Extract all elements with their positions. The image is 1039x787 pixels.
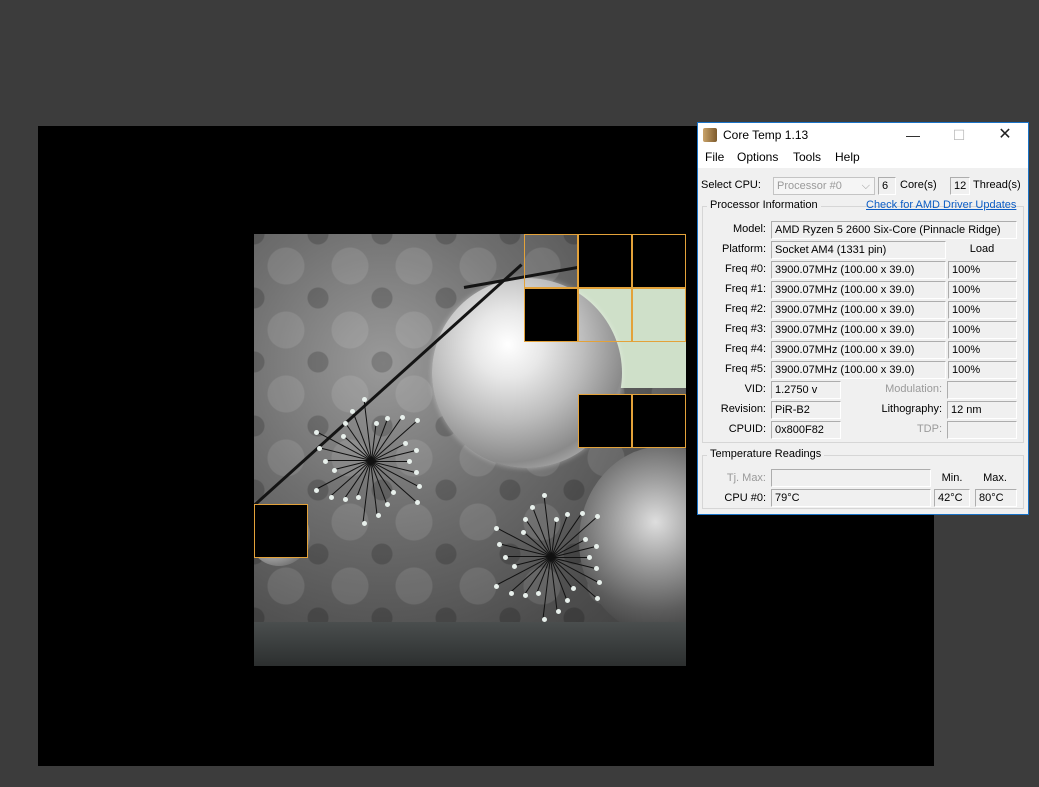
render-bucket (632, 394, 686, 448)
menu-file[interactable]: File (705, 150, 724, 164)
platform-value: Socket AM4 (1331 pin) (771, 241, 946, 259)
cpuid-label: CPUID: (728, 423, 766, 435)
dandelion-burst (486, 493, 616, 622)
menu-bar: File Options Tools Help (698, 147, 1028, 168)
render-bucket (254, 504, 308, 558)
processor-select[interactable]: Processor #0 ⌵ (773, 177, 875, 195)
load-value: 100% (948, 301, 1017, 319)
freq-label: Freq #1: (725, 283, 766, 295)
lithography-label: Lithography: (881, 403, 942, 415)
render-bucket (578, 288, 632, 342)
threads-label: Thread(s) (973, 179, 1021, 191)
model-label: Model: (732, 223, 766, 235)
platform-label: Platform: (721, 243, 766, 255)
cpu0-temp-label: CPU #0: (724, 492, 766, 504)
load-value: 100% (948, 341, 1017, 359)
render-bucket (524, 288, 578, 342)
freq-label: Freq #2: (725, 303, 766, 315)
tdp-value (947, 421, 1017, 439)
freq-value: 3900.07MHz (100.00 x 39.0) (771, 281, 946, 299)
maximize-button[interactable]: ☐ (936, 123, 982, 147)
menu-options[interactable]: Options (737, 150, 778, 164)
core-temp-window: Core Temp 1.13 — ☐ ✕ File Options Tools … (697, 122, 1029, 515)
freq-value: 3900.07MHz (100.00 x 39.0) (771, 361, 946, 379)
amd-driver-updates-link[interactable]: Check for AMD Driver Updates (866, 199, 1016, 211)
select-cpu-label: Select CPU: (701, 179, 761, 191)
load-header: Load (969, 243, 995, 255)
freq-label: Freq #3: (725, 323, 766, 335)
tjmax-value (771, 469, 931, 487)
revision-label: Revision: (720, 403, 766, 415)
window-title: Core Temp 1.13 (723, 128, 809, 142)
close-button[interactable]: ✕ (982, 123, 1028, 147)
tdp-label: TDP: (916, 423, 942, 435)
vid-label: VID: (744, 383, 766, 395)
load-value: 100% (948, 261, 1017, 279)
threads-count: 12 (950, 177, 970, 195)
cpu0-temp-min: 42°C (934, 489, 970, 507)
chevron-down-icon: ⌵ (861, 180, 870, 192)
model-value: AMD Ryzen 5 2600 Six-Core (Pinnacle Ridg… (771, 221, 1017, 239)
menu-help[interactable]: Help (835, 150, 860, 164)
freq-value: 3900.07MHz (100.00 x 39.0) (771, 261, 946, 279)
cores-label: Core(s) (900, 179, 937, 191)
cpu0-temp-value: 79°C (771, 489, 931, 507)
load-value: 100% (948, 321, 1017, 339)
modulation-label: Modulation: (885, 383, 942, 395)
core-temp-app-icon (703, 128, 717, 142)
menu-tools[interactable]: Tools (793, 150, 821, 164)
freq-label: Freq #4: (725, 343, 766, 355)
cpuid-value: 0x800F82 (771, 421, 841, 439)
render-bucket (524, 234, 578, 288)
processor-select-value: Processor #0 (777, 180, 842, 192)
title-bar[interactable]: Core Temp 1.13 — ☐ ✕ (698, 123, 1028, 147)
render-bucket (632, 288, 686, 342)
freq-value: 3900.07MHz (100.00 x 39.0) (771, 321, 946, 339)
vid-value: 1.2750 v (771, 381, 841, 399)
temperature-readings-title: Temperature Readings (707, 448, 825, 460)
render-bucket (578, 234, 632, 288)
dandelion-burst (306, 397, 436, 526)
freq-label: Freq #5: (725, 363, 766, 375)
cores-count: 6 (878, 177, 896, 195)
lithography-value: 12 nm (947, 401, 1017, 419)
render-bucket (632, 234, 686, 288)
render-bucket (578, 394, 632, 448)
revision-value: PiR-B2 (771, 401, 841, 419)
modulation-value (947, 381, 1017, 399)
freq-value: 3900.07MHz (100.00 x 39.0) (771, 301, 946, 319)
minimize-button[interactable]: — (890, 123, 936, 147)
freq-label: Freq #0: (725, 263, 766, 275)
tjmax-label: Tj. Max: (726, 472, 766, 484)
load-value: 100% (948, 281, 1017, 299)
cpu0-temp-max: 80°C (975, 489, 1017, 507)
min-header: Min. (941, 472, 963, 484)
floor (254, 622, 686, 666)
max-header: Max. (983, 472, 1007, 484)
freq-value: 3900.07MHz (100.00 x 39.0) (771, 341, 946, 359)
processor-information-title: Processor Information (707, 199, 821, 211)
load-value: 100% (948, 361, 1017, 379)
